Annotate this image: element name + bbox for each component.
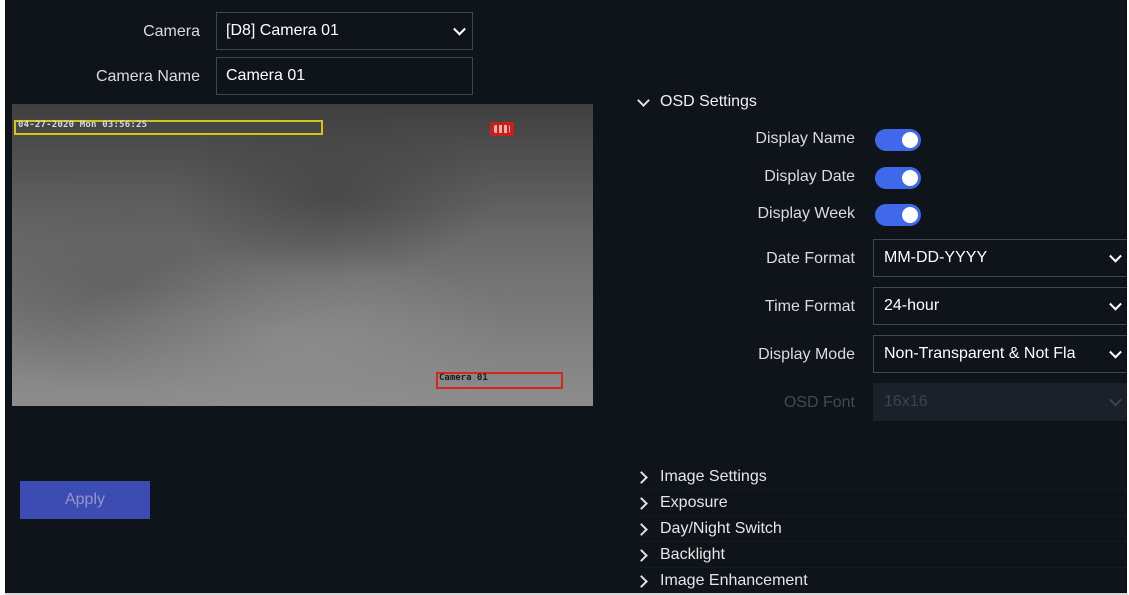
- camera-name-label: Camera Name: [95, 68, 200, 85]
- chevron-right-icon: [635, 522, 648, 536]
- date-format-label: Date Format: [766, 250, 855, 267]
- chevron-down-icon: [1109, 249, 1122, 263]
- camera-select[interactable]: [D8] Camera 01: [216, 12, 473, 50]
- date-format-select[interactable]: MM-DD-YYYY: [873, 239, 1127, 277]
- chevron-right-icon: [635, 470, 648, 484]
- camera-name-input[interactable]: Camera 01: [216, 57, 473, 95]
- time-format-select[interactable]: 24-hour: [873, 287, 1127, 325]
- chevron-right-icon: [635, 496, 648, 510]
- chevron-down-icon: [1109, 393, 1122, 407]
- camera-name-value: Camera 01: [226, 67, 306, 84]
- display-name-toggle[interactable]: [875, 129, 921, 151]
- display-date-toggle[interactable]: [875, 167, 921, 189]
- date-format-value: MM-DD-YYYY: [884, 249, 988, 266]
- display-week-label: Display Week: [757, 205, 855, 222]
- osd-camera-name-text: Camera 01: [439, 373, 488, 383]
- section-label: Day/Night Switch: [660, 520, 782, 537]
- display-week-toggle[interactable]: [875, 204, 921, 226]
- chevron-down-icon: [1109, 345, 1122, 359]
- osd-settings-title: OSD Settings: [660, 93, 757, 110]
- chevron-down-icon: [453, 22, 466, 36]
- display-mode-select[interactable]: Non-Transparent & Not Fla: [873, 335, 1127, 373]
- section-exposure[interactable]: Exposure: [635, 491, 1127, 516]
- chevron-down-icon: [1109, 297, 1122, 311]
- section-label: Image Settings: [660, 468, 767, 485]
- time-format-value: 24-hour: [884, 297, 940, 314]
- toggle-knob: [902, 132, 918, 148]
- chevron-down-icon: [637, 93, 650, 107]
- osd-font-value: 16x16: [884, 393, 928, 410]
- camera-label: Camera: [143, 23, 200, 40]
- section-label: Image Enhancement: [660, 572, 808, 589]
- chevron-right-icon: [635, 548, 648, 562]
- camera-preview[interactable]: 04-27-2020 Mon 03:56:25 Camera 01: [12, 104, 593, 406]
- osd-font-label: OSD Font: [783, 394, 855, 411]
- display-mode-value: Non-Transparent & Not Fla: [884, 345, 1076, 362]
- display-mode-label: Display Mode: [758, 346, 855, 363]
- display-date-label: Display Date: [764, 168, 855, 185]
- toggle-knob: [902, 170, 918, 186]
- section-image-enhancement[interactable]: Image Enhancement: [635, 569, 1127, 594]
- osd-settings-header[interactable]: OSD Settings: [637, 93, 757, 111]
- section-image-settings[interactable]: Image Settings: [635, 465, 1127, 490]
- section-day-night-switch[interactable]: Day/Night Switch: [635, 517, 1127, 542]
- osd-datetime-text: 04-27-2020 Mon 03:56:25: [18, 120, 148, 130]
- time-format-label: Time Format: [764, 298, 855, 315]
- recording-icon: [490, 122, 514, 136]
- camera-select-value: [D8] Camera 01: [226, 22, 339, 39]
- section-backlight[interactable]: Backlight: [635, 543, 1127, 568]
- toggle-knob: [902, 207, 918, 223]
- osd-font-select: 16x16: [873, 383, 1127, 421]
- camera-osd-settings-screen: Camera [D8] Camera 01 Camera Name Camera…: [5, 0, 1127, 595]
- display-name-label: Display Name: [755, 130, 855, 147]
- chevron-right-icon: [635, 574, 648, 588]
- apply-button[interactable]: Apply: [20, 481, 150, 519]
- section-label: Exposure: [660, 494, 728, 511]
- section-label: Backlight: [660, 546, 725, 563]
